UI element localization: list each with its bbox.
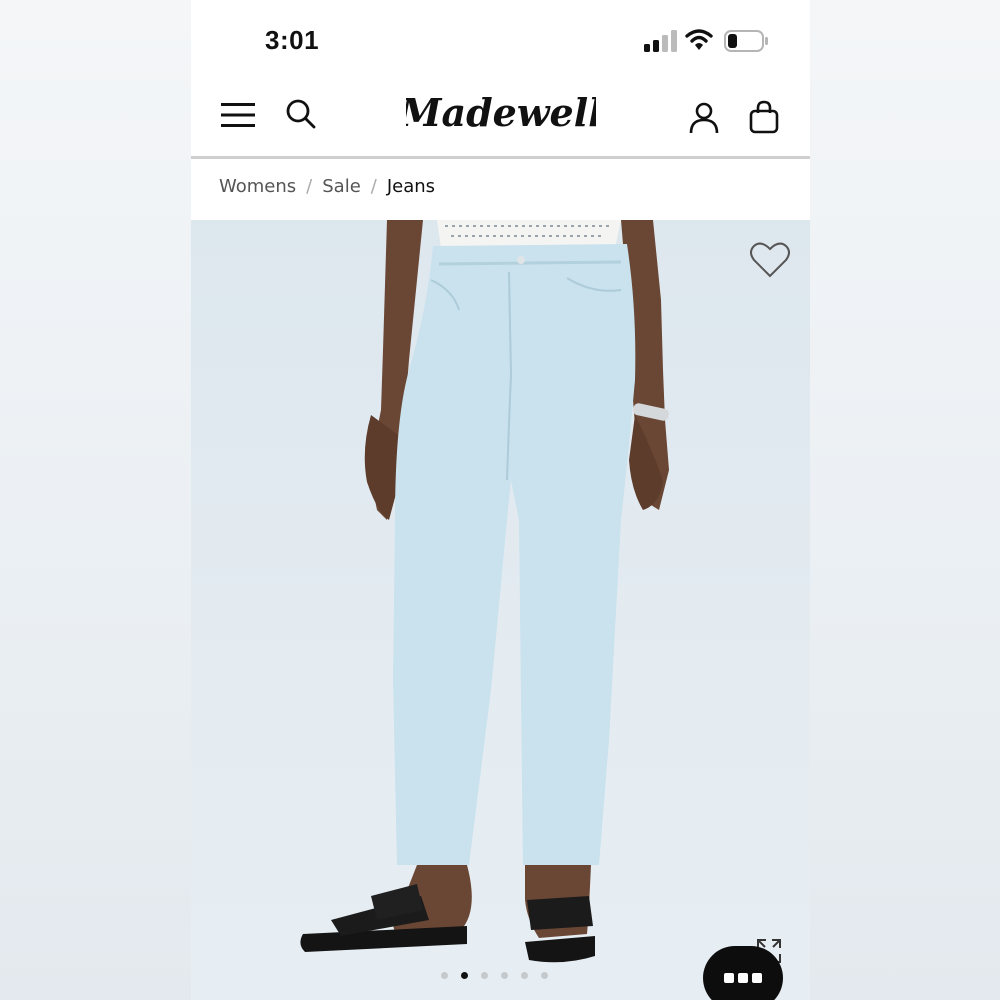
right-backdrop	[810, 0, 1000, 1000]
left-backdrop	[0, 0, 191, 1000]
status-time: 3:01	[265, 25, 320, 55]
battery-icon	[724, 30, 768, 52]
menu-icon[interactable]	[221, 100, 255, 130]
carousel-dot-active[interactable]	[461, 972, 468, 979]
carousel-dot[interactable]	[521, 972, 528, 979]
breadcrumb-womens[interactable]: Womens	[219, 176, 296, 197]
madewell-logo[interactable]: Madewell	[406, 90, 596, 140]
heart-icon[interactable]	[749, 240, 791, 280]
site-header: Madewell	[191, 80, 810, 159]
breadcrumb: Womens / Sale / Jeans	[219, 176, 435, 197]
breadcrumb-jeans: Jeans	[386, 176, 436, 197]
breadcrumb-separator: /	[306, 176, 313, 197]
product-photo-illustration	[300, 220, 669, 963]
carousel-dot[interactable]	[441, 972, 448, 979]
logo-text: Madewell	[406, 90, 596, 135]
cellular-signal-icon	[644, 30, 677, 52]
wifi-icon	[685, 29, 713, 50]
shopping-bag-icon[interactable]	[749, 100, 779, 134]
phone-screen: 3:01 Madewell Womens / Sale / Jeans	[191, 0, 810, 1000]
product-image[interactable]	[191, 220, 810, 1000]
breadcrumb-separator: /	[370, 176, 377, 197]
status-bar: 3:01	[191, 0, 810, 80]
carousel-dot[interactable]	[501, 972, 508, 979]
account-icon[interactable]	[689, 102, 719, 134]
search-icon[interactable]	[285, 98, 317, 130]
carousel-pagination	[441, 972, 548, 979]
chat-button[interactable]	[703, 946, 783, 1000]
chat-bubble-icon	[724, 973, 762, 983]
breadcrumb-sale[interactable]: Sale	[322, 176, 361, 197]
carousel-dot[interactable]	[481, 972, 488, 979]
carousel-dot[interactable]	[541, 972, 548, 979]
